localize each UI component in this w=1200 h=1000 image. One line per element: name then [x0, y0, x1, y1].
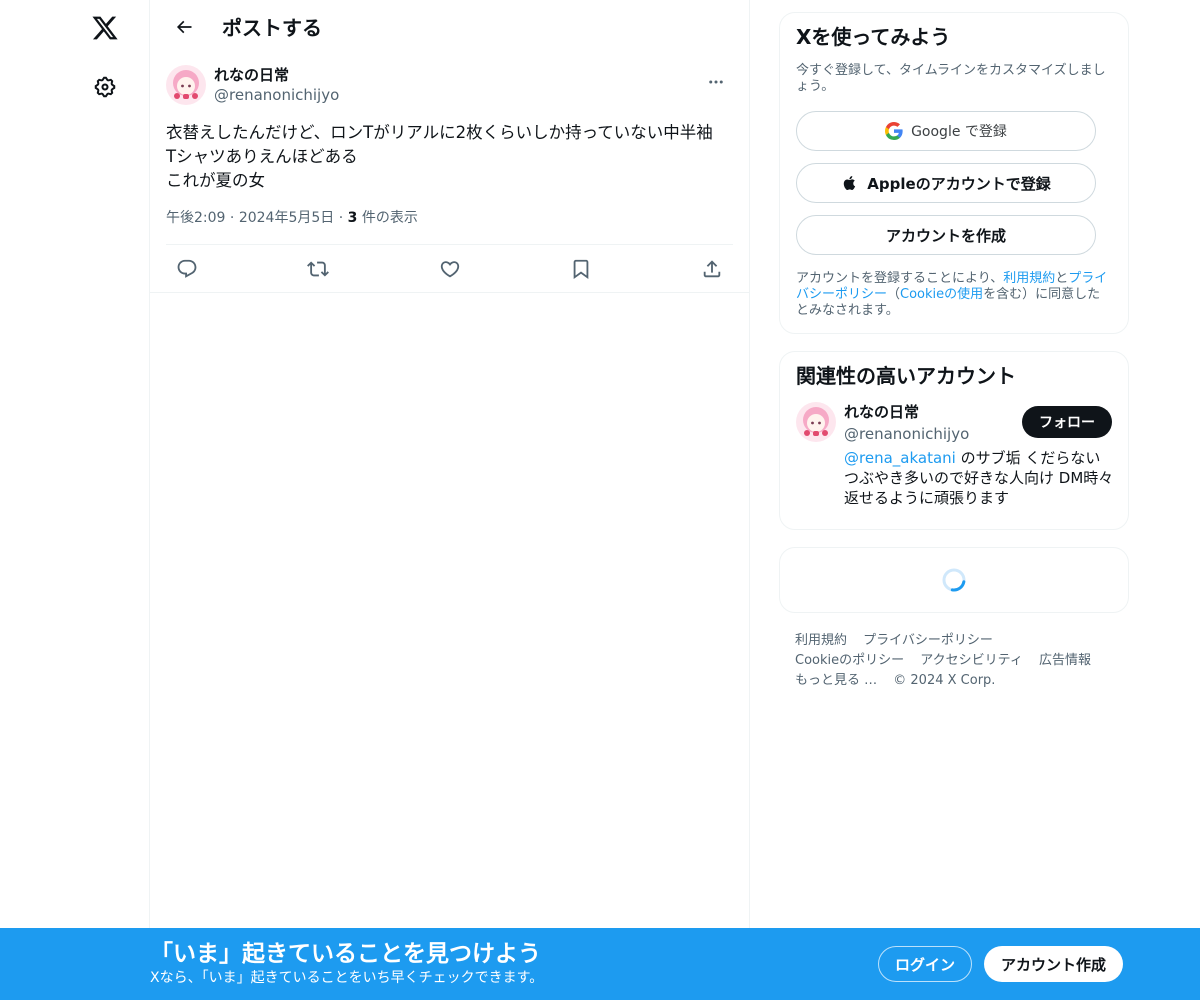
repost-button[interactable] [301, 252, 335, 286]
post-text: 衣替えしたんだけど、ロンTがリアルに2枚くらいしか持っていない中半袖 Tシャツあ… [166, 123, 713, 190]
x-logo-icon [92, 16, 118, 40]
post-time[interactable]: 午後2:09 [166, 210, 225, 226]
footer: 利用規約 プライバシーポリシー Cookieのポリシー アクセシビリティ 広告情… [779, 631, 1129, 691]
repost-icon [307, 261, 330, 276]
banner-title: 「いま」起きていることを見つけよう [150, 941, 541, 967]
footer-link-accessibility[interactable]: アクセシビリティ [920, 653, 1023, 668]
related-name[interactable]: れなの日常 [844, 402, 1024, 422]
sidebar: Xを使ってみよう 今すぐ登録して、タイムラインをカスタマイズしましょう。 Goo… [779, 0, 1129, 691]
terms-link[interactable]: 利用規約 [1003, 271, 1055, 286]
author-name[interactable]: れなの日常 [214, 65, 339, 85]
related-avatar-image-icon [796, 402, 836, 442]
login-button[interactable]: ログイン [878, 946, 972, 982]
signup-card: Xを使ってみよう 今すぐ登録して、タイムラインをカスタマイズしましょう。 Goo… [779, 12, 1129, 334]
page-title: ポストする [222, 16, 322, 40]
arrow-left-icon [176, 20, 192, 33]
footer-link-more[interactable]: もっと見る … [795, 673, 877, 688]
more-button[interactable] [699, 65, 733, 99]
google-icon [885, 122, 903, 140]
author-handle[interactable]: @renanonichijyo [214, 85, 339, 105]
reply-button[interactable] [170, 252, 204, 286]
bottom-signup-banner: 「いま」起きていることを見つけよう Xなら、「いま」起きていることをいち早くチェ… [0, 928, 1200, 1000]
related-title: 関連性の高いアカウント [796, 364, 1016, 388]
more-dots-icon [709, 80, 723, 84]
footer-link-cookie[interactable]: Cookieのポリシー [795, 653, 904, 668]
related-handle[interactable]: @renanonichijyo [844, 424, 1024, 444]
post-date[interactable]: 2024年5月5日 [239, 210, 334, 226]
follow-button[interactable]: フォロー [1022, 406, 1112, 438]
post-author: れなの日常 @renanonichijyo [166, 65, 733, 109]
legal-paren: （ [887, 287, 901, 302]
create-account-button[interactable]: アカウントを作成 [796, 215, 1096, 255]
google-signup-button[interactable]: Google で登録 [796, 111, 1096, 151]
footer-link-ads[interactable]: 広告情報 [1039, 653, 1091, 668]
x-logo-button[interactable] [81, 4, 129, 52]
views-count: 3 [347, 210, 358, 226]
related-bio: @rena_akatani のサブ垢 くだらないつぶやき多いので好きな人向け D… [844, 448, 1114, 508]
banner-subtitle: Xなら、「いま」起きていることをいち早くチェックできます。 [150, 970, 544, 986]
share-icon [703, 259, 721, 277]
like-button[interactable] [433, 252, 467, 286]
apple-signup-button[interactable]: Appleのアカウントで登録 [796, 163, 1096, 203]
meta-separator: · [229, 210, 235, 226]
loading-spinner-icon [942, 568, 966, 592]
gear-icon [94, 76, 116, 98]
back-button[interactable] [166, 9, 202, 45]
meta-separator-2: · [338, 210, 344, 226]
loading-card [779, 547, 1129, 613]
reply-icon [177, 259, 197, 278]
footer-link-privacy[interactable]: プライバシーポリシー [863, 633, 993, 648]
related-avatar[interactable] [796, 402, 836, 442]
apple-icon [844, 176, 856, 191]
left-nav [0, 0, 150, 1000]
signup-title: Xを使ってみよう [796, 25, 951, 49]
footer-copyright: © 2024 X Corp. [893, 673, 996, 688]
bookmark-icon [573, 259, 589, 279]
legal-pre: アカウントを登録することにより、 [796, 271, 1004, 286]
primary-column: ポストする れなの日常 @renanonichijyo 衣替えしたんだけど、ロン… [149, 0, 750, 1000]
share-button[interactable] [695, 252, 729, 286]
views-label: 件の表示 [361, 210, 418, 226]
bio-mention-link[interactable]: @rena_akatani [844, 449, 956, 467]
post: れなの日常 @renanonichijyo 衣替えしたんだけど、ロンTがリアルに… [150, 53, 749, 293]
legal-notice: アカウントを登録することにより、利用規約とプライバシーポリシー（Cookieの使… [796, 271, 1112, 319]
post-meta: 午後2:09 · 2024年5月5日 · 3 件の表示 [166, 208, 733, 245]
post-actions [150, 245, 749, 293]
avatar[interactable] [166, 65, 206, 105]
banner-signup-button[interactable]: アカウント作成 [984, 946, 1123, 982]
legal-and: と [1055, 271, 1069, 286]
related-accounts-card: 関連性の高いアカウント れなの日常 @renanonichijyo @rena_… [779, 351, 1129, 530]
settings-button[interactable] [81, 63, 129, 111]
google-signup-label: Google で登録 [911, 124, 1007, 140]
signup-subtitle: 今すぐ登録して、タイムラインをカスタマイズしましょう。 [796, 63, 1106, 94]
footer-link-terms[interactable]: 利用規約 [795, 633, 847, 648]
apple-signup-label: Appleのアカウントで登録 [867, 174, 1051, 193]
bookmark-button[interactable] [564, 252, 598, 286]
create-account-label: アカウントを作成 [885, 226, 1006, 245]
related-account[interactable]: れなの日常 @renanonichijyo @rena_akatani のサブ垢… [796, 402, 1114, 508]
avatar-image-icon [166, 65, 206, 105]
cookie-link[interactable]: Cookieの使用 [900, 287, 983, 302]
like-icon [440, 260, 459, 277]
page-header: ポストする [150, 0, 749, 53]
